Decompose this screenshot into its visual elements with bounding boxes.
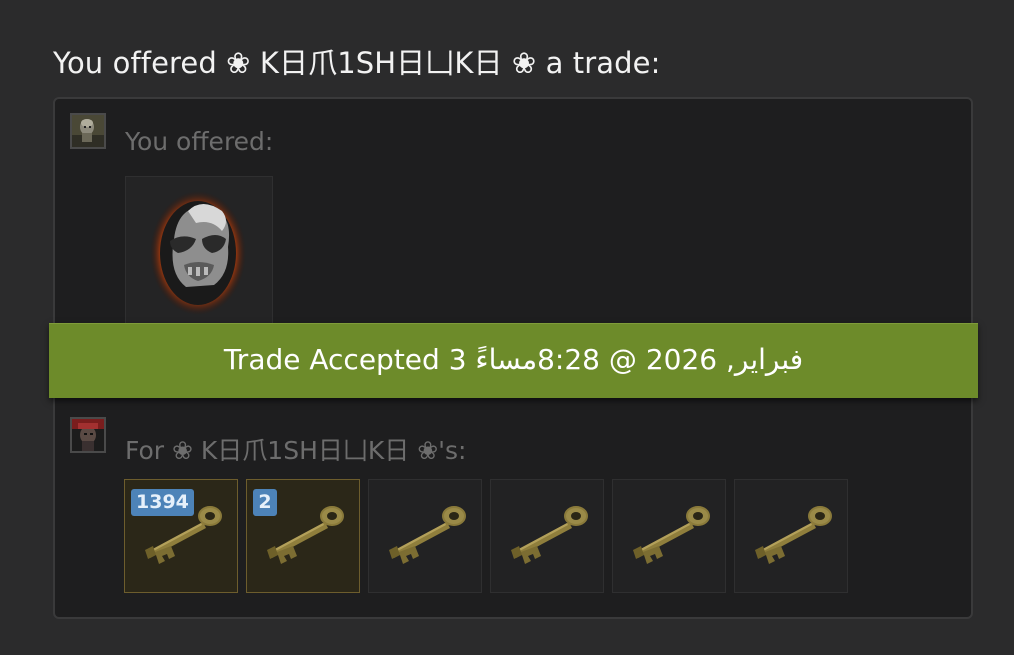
received-items-row: 1394 2 (124, 479, 848, 593)
key-icon (755, 506, 832, 564)
trade-status-text: Trade Accepted 3 فبراير, 2026 @ 8:28مساء… (223, 343, 804, 376)
burning-skull-mask-icon (150, 191, 246, 315)
received-item-tile[interactable] (734, 479, 848, 593)
partner-items-label: For ❀ K日爪1SH日凵K日 ❀'s: (125, 436, 467, 465)
offered-item-tile[interactable] (125, 176, 273, 326)
item-count-badge: 2 (253, 489, 277, 516)
your-avatar-image (72, 115, 104, 147)
key-icon (633, 506, 710, 564)
item-count-badge: 1394 (131, 489, 194, 516)
received-item-tile[interactable]: 2 (246, 479, 360, 593)
received-item-tile[interactable]: 1394 (124, 479, 238, 593)
your-avatar[interactable] (70, 113, 106, 149)
key-icon (389, 506, 466, 564)
partner-avatar[interactable] (70, 417, 106, 453)
received-item-tile[interactable] (612, 479, 726, 593)
you-offered-label: You offered: (125, 127, 274, 156)
trade-heading: You offered ❀ K日爪1SH日凵K日 ❀ a trade: (53, 46, 661, 80)
received-item-tile[interactable] (490, 479, 604, 593)
key-icon (511, 506, 588, 564)
received-item-tile[interactable] (368, 479, 482, 593)
trade-history-page: You offered ❀ K日爪1SH日凵K日 ❀ a trade: You … (0, 0, 1014, 655)
trade-status-banner: Trade Accepted 3 فبراير, 2026 @ 8:28مساء… (49, 323, 978, 398)
partner-avatar-image (72, 419, 104, 451)
